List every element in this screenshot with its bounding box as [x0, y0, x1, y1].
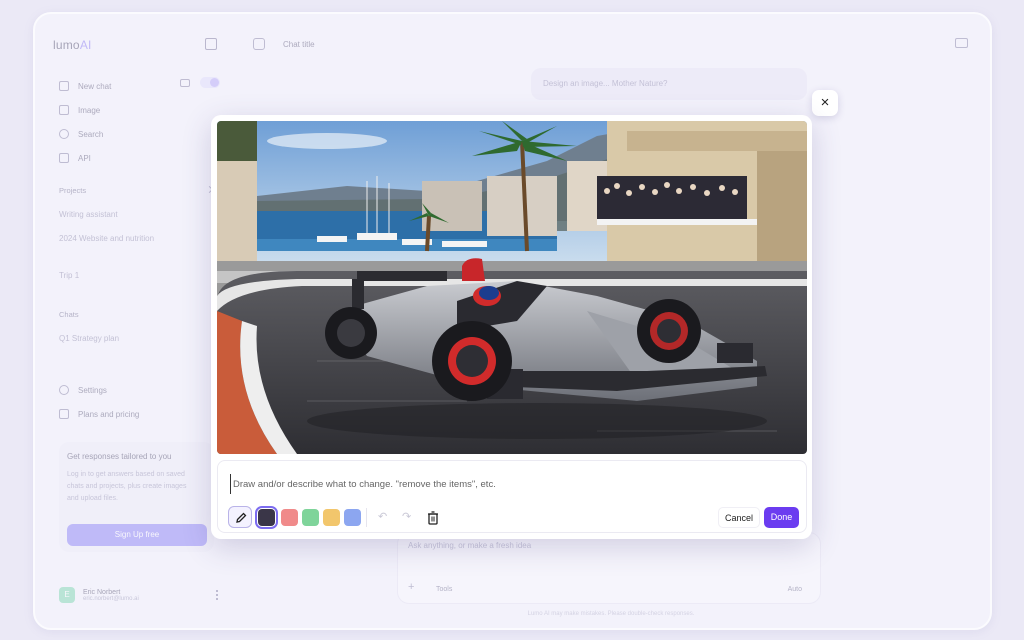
draw-tool-button[interactable]	[228, 506, 252, 528]
sidebar-item-label: Settings	[78, 385, 107, 395]
incognito-icon[interactable]	[180, 78, 190, 87]
redo-icon[interactable]: ↷	[402, 510, 411, 523]
color-swatch-red[interactable]	[281, 509, 298, 526]
sidebar-item-label: API	[78, 153, 91, 163]
done-button[interactable]: Done	[764, 507, 799, 528]
tools-button[interactable]: Tools	[436, 586, 452, 593]
image-icon	[59, 105, 69, 115]
logo-accent: AI	[79, 38, 92, 52]
user-message-bubble: Design an image... Mother Nature?	[531, 68, 807, 100]
user-info: Eric Norbert eric.norbert@lumo.ai	[83, 589, 139, 602]
code-icon	[59, 153, 69, 163]
chat-composer[interactable]: Ask anything, or make a fresh idea + Too…	[397, 532, 821, 604]
edit-prompt-input[interactable]	[230, 474, 790, 494]
signup-button[interactable]: Sign Up free	[67, 524, 207, 546]
user-email: eric.norbert@lumo.ai	[83, 595, 139, 602]
sidebar-item-api[interactable]: API	[59, 146, 219, 170]
close-button[interactable]: ×	[812, 90, 838, 116]
search-icon	[59, 129, 69, 139]
project-item[interactable]: 2024 Website and nutrition	[59, 234, 154, 243]
pencil-icon	[236, 512, 247, 523]
sidebar-item-search[interactable]: Search	[59, 122, 219, 146]
sidebar-nav: New chat Image Search API	[59, 74, 219, 170]
temporary-chat-toggle[interactable]	[200, 77, 220, 88]
model-select[interactable]: Auto	[788, 586, 802, 593]
trash-glyph	[428, 511, 438, 525]
project-item[interactable]: Writing assistant	[59, 210, 118, 219]
sidebar-collapse-icon[interactable]	[205, 38, 217, 50]
chats-section-title: Chats	[59, 310, 79, 319]
sidebar-item-label: Plans and pricing	[78, 409, 140, 419]
chat-item[interactable]: Q1 Strategy plan	[59, 334, 119, 343]
projects-section-title[interactable]: Projects	[59, 186, 86, 195]
color-swatch-dark[interactable]	[255, 506, 278, 529]
app-logo[interactable]: lumoAI	[53, 38, 92, 52]
disclaimer: Lumo AI may make mistakes. Please double…	[527, 611, 695, 617]
sidebar: lumoAI New chat Image Search API Project…	[35, 14, 231, 628]
signup-promo-card: Get responses tailored to you Log in to …	[59, 442, 214, 552]
sidebar-item-plans[interactable]: Plans and pricing	[59, 402, 219, 426]
trash-icon[interactable]	[426, 510, 440, 526]
more-icon[interactable]	[216, 590, 219, 600]
plus-icon[interactable]: +	[408, 581, 414, 593]
logo-text: lumo	[53, 38, 80, 52]
sidebar-item-image[interactable]: Image	[59, 98, 219, 122]
edit-prompt-panel: ↶ ↷ Cancel Done	[217, 460, 807, 533]
page-title: Chat title	[283, 40, 315, 49]
undo-icon[interactable]: ↶	[378, 510, 387, 523]
color-swatch-blue[interactable]	[344, 509, 361, 526]
composer-placeholder: Ask anything, or make a fresh idea	[408, 541, 532, 550]
edit-icon	[59, 81, 69, 91]
sidebar-item-settings[interactable]: Settings	[59, 378, 219, 402]
cancel-button[interactable]: Cancel	[718, 507, 760, 528]
color-swatch-yellow[interactable]	[323, 509, 340, 526]
toolbar-divider	[366, 508, 367, 527]
project-item[interactable]: Trip 1	[59, 271, 79, 280]
user-name: Eric Norbert	[83, 588, 121, 596]
promo-text: Log in to get answers based on saved cha…	[67, 471, 187, 502]
sidebar-footer-nav: Settings Plans and pricing	[59, 378, 219, 426]
gear-icon	[59, 385, 69, 395]
racing-car-photo	[217, 121, 807, 454]
sidebar-item-label: New chat	[78, 81, 112, 91]
panel-icon[interactable]	[253, 38, 265, 50]
avatar: E	[59, 587, 75, 603]
promo-title: Get responses tailored to you	[67, 452, 172, 461]
folder-icon[interactable]	[955, 38, 968, 48]
generated-image[interactable]	[217, 121, 807, 454]
color-swatch-green[interactable]	[302, 509, 319, 526]
new-chat-extras	[180, 77, 220, 88]
card-icon	[59, 409, 69, 419]
sidebar-item-label: Search	[78, 129, 104, 139]
image-edit-dialog: ↶ ↷ Cancel Done	[211, 115, 812, 539]
sidebar-item-label: Image	[78, 105, 101, 115]
user-profile[interactable]: E Eric Norbert eric.norbert@lumo.ai	[59, 582, 219, 608]
